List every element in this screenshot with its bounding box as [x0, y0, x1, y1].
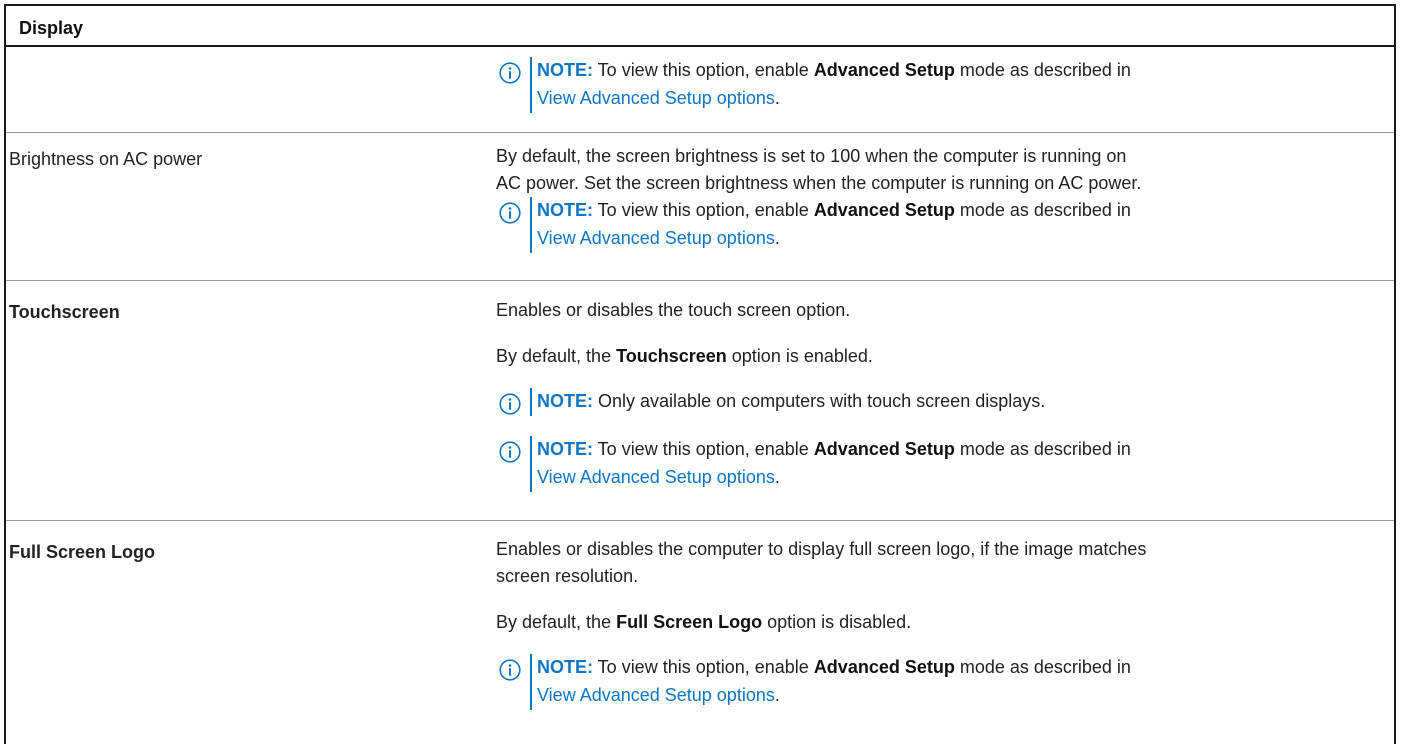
note-text: NOTE: To view this option, enable Advanc…: [537, 200, 1131, 220]
table-header: Display: [4, 4, 1396, 47]
setting-description: By default, the screen brightness is set…: [496, 146, 1142, 193]
table-row: NOTE: To view this option, enable Advanc…: [6, 47, 1394, 132]
advanced-setup-link[interactable]: View Advanced Setup options: [537, 685, 775, 705]
note-link-line: View Advanced Setup options.: [537, 228, 780, 248]
note-text: NOTE: Only available on computers with t…: [537, 391, 1046, 411]
info-icon: [499, 393, 521, 415]
info-icon: [499, 62, 521, 84]
note-bar: [530, 436, 532, 492]
setting-name: Touchscreen: [9, 302, 120, 322]
table-title: Display: [19, 18, 84, 38]
table-row: Full Screen Logo Enables or disables the…: [6, 521, 1394, 727]
setting-description: Enables or disables the touch screen opt…: [496, 300, 851, 320]
info-icon: [499, 441, 521, 463]
note-bar: [530, 57, 532, 113]
setting-name: Full Screen Logo: [9, 542, 156, 562]
setting-name: Brightness on AC power: [9, 149, 203, 169]
setting-default: By default, the Full Screen Logo option …: [496, 612, 912, 632]
note-link-line: View Advanced Setup options.: [537, 685, 780, 705]
note-bar: [530, 197, 532, 253]
note-link-line: View Advanced Setup options.: [537, 467, 780, 487]
table-row: Touchscreen Enables or disables the touc…: [6, 281, 1394, 520]
note-bar: [530, 654, 532, 710]
note-bar: [530, 388, 532, 416]
info-icon: [499, 659, 521, 681]
note-text: NOTE: To view this option, enable Advanc…: [537, 439, 1131, 459]
advanced-setup-link[interactable]: View Advanced Setup options: [537, 467, 775, 487]
setting-default: By default, the Touchscreen option is en…: [496, 346, 873, 366]
note-link-line: View Advanced Setup options.: [537, 88, 780, 108]
info-icon: [499, 202, 521, 224]
setting-description: Enables or disables the computer to disp…: [496, 539, 1147, 586]
advanced-setup-link[interactable]: View Advanced Setup options: [537, 228, 775, 248]
note-text: NOTE: To view this option, enable Advanc…: [537, 657, 1131, 677]
advanced-setup-link[interactable]: View Advanced Setup options: [537, 88, 775, 108]
note-text: NOTE: To view this option, enable Advanc…: [537, 60, 1131, 80]
table-row: Brightness on AC power By default, the s…: [6, 133, 1394, 279]
